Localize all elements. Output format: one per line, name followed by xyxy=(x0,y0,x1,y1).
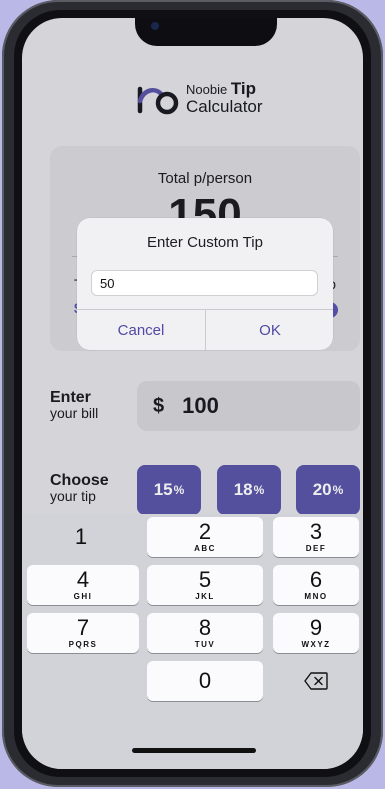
dialog-title: Enter Custom Tip xyxy=(147,234,263,251)
delete-key[interactable] xyxy=(273,661,359,701)
tip-20-unit: % xyxy=(332,483,344,497)
key-8-number: 8 xyxy=(198,615,212,640)
key-4-letters: GHI xyxy=(73,592,93,601)
bill-input[interactable]: $ 100 xyxy=(137,381,360,431)
bill-title: Enter xyxy=(50,389,91,406)
key-4[interactable]: 4 GHI xyxy=(27,565,139,605)
tip-18-unit: % xyxy=(253,483,265,497)
key-6[interactable]: 6 MNO xyxy=(273,565,359,605)
bill-currency: $ xyxy=(153,394,165,417)
tip-15-value: 15 xyxy=(153,480,173,499)
logo-text: Noobie Tip Calculator xyxy=(186,80,263,116)
tip-15-unit: % xyxy=(173,483,185,497)
tip-label: Choose your tip xyxy=(50,472,109,504)
tip-15-button[interactable]: 15% xyxy=(137,465,201,515)
key-6-number: 6 xyxy=(309,567,323,592)
custom-tip-dialog: Enter Custom Tip Cancel OK xyxy=(77,218,333,350)
key-0[interactable]: 0 xyxy=(147,661,263,701)
bill-label: Enter your bill xyxy=(50,389,99,421)
home-indicator[interactable] xyxy=(132,748,256,753)
app-screen: Noobie Tip Calculator Total p/person 150… xyxy=(22,18,363,769)
bill-value: 100 xyxy=(182,393,219,418)
total-label: Total p/person xyxy=(157,170,253,187)
backspace-icon xyxy=(304,672,328,690)
key-7-number: 7 xyxy=(76,615,90,640)
tip-20-button[interactable]: 20% xyxy=(296,465,360,515)
key-9[interactable]: 9 WXYZ xyxy=(273,613,359,653)
app-logo: Noobie Tip Calculator xyxy=(134,80,263,116)
key-9-letters: WXYZ xyxy=(301,640,331,649)
bill-subtitle: your bill xyxy=(50,405,99,421)
key-7-letters: PQRS xyxy=(68,640,98,649)
camera-icon xyxy=(151,22,159,30)
tip-title: Choose xyxy=(50,472,109,489)
key-3[interactable]: 3 DEF xyxy=(273,517,359,557)
key-1-number: 1 xyxy=(74,524,88,549)
logo-second: Calculator xyxy=(186,96,263,116)
key-1[interactable]: 1 xyxy=(27,517,135,557)
cancel-button[interactable]: Cancel xyxy=(77,310,205,350)
tip-18-value: 18 xyxy=(233,480,253,499)
tip-20-value: 20 xyxy=(312,480,332,499)
key-2-number: 2 xyxy=(198,519,212,544)
key-4-number: 4 xyxy=(76,567,90,592)
key-2[interactable]: 2 ABC xyxy=(147,517,263,557)
key-2-letters: ABC xyxy=(194,544,216,553)
notch xyxy=(135,18,277,46)
key-6-letters: MNO xyxy=(304,592,328,601)
number-keypad: 1 2 ABC 3 DEF 4 GHI 5 JKL 6 MNO 7 PQRS 8… xyxy=(22,514,363,769)
key-3-letters: DEF xyxy=(305,544,327,553)
ok-button[interactable]: OK xyxy=(206,310,333,350)
tip-subtitle: your tip xyxy=(50,488,96,504)
logo-small: Noobie xyxy=(186,82,228,97)
key-8-letters: TUV xyxy=(194,640,216,649)
custom-tip-input[interactable] xyxy=(91,270,318,296)
key-3-number: 3 xyxy=(309,519,323,544)
key-9-number: 9 xyxy=(309,615,323,640)
logo-mark-icon xyxy=(137,86,179,115)
key-5-letters: JKL xyxy=(195,592,215,601)
key-8[interactable]: 8 TUV xyxy=(147,613,263,653)
key-7[interactable]: 7 PQRS xyxy=(27,613,139,653)
key-0-number: 0 xyxy=(198,668,212,693)
key-5[interactable]: 5 JKL xyxy=(147,565,263,605)
key-5-number: 5 xyxy=(198,567,212,592)
tip-18-button[interactable]: 18% xyxy=(217,465,281,515)
logo-bold: Tip xyxy=(230,79,257,98)
